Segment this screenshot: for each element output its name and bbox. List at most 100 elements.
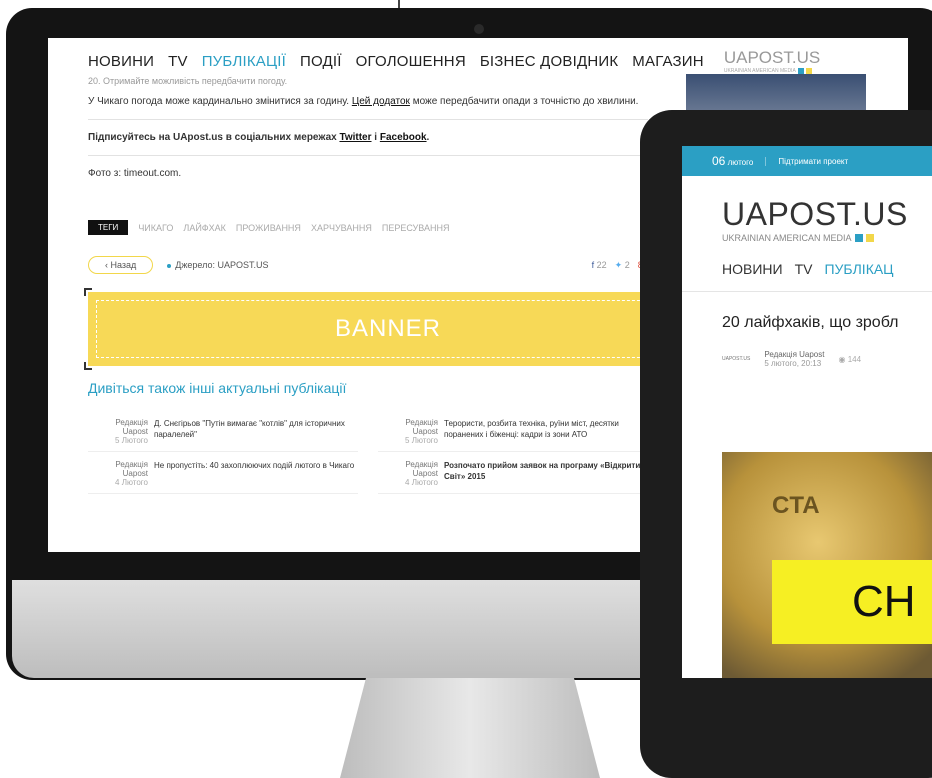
related-author: Редакція Uapost 5 Лютого	[378, 418, 438, 445]
tablet-author: Редакція Uapost	[764, 350, 825, 359]
related-item[interactable]: Редакція Uapost 4 Лютого Не пропустіть: 4…	[88, 452, 358, 494]
tag-food[interactable]: ХАРЧУВАННЯ	[311, 223, 372, 233]
coin-text: CTA	[772, 492, 820, 519]
facebook-share-button[interactable]: f 22	[592, 260, 607, 271]
author-avatar: UAPOST.US	[722, 356, 751, 362]
tag-chicago[interactable]: ЧИКАГО	[138, 223, 173, 233]
related-title: Розпочато прийом заявок на програму «Від…	[444, 461, 646, 481]
source-label: Джерело: UAPOST.US	[167, 260, 269, 270]
main-nav: НОВИНИ TV ПУБЛІКАЦІЇ ПОДІЇ ОГОЛОШЕННЯ БІ…	[88, 48, 820, 74]
related-date: 5 Лютого	[115, 436, 148, 445]
tags-label: ТЕГИ	[88, 220, 129, 235]
tag-lifehack[interactable]: ЛАЙФХАК	[183, 223, 225, 233]
tablet-author-block: Редакція Uapost 5 лютого, 20:13	[764, 350, 824, 368]
support-link[interactable]: Підтримати проект	[765, 156, 848, 166]
tablet-top-bar: 06 лютого Підтримати проект	[682, 146, 932, 176]
tag-transport[interactable]: ПЕРЕСУВАННЯ	[382, 223, 450, 233]
photo-credit: Фото з: timeout.com.	[88, 168, 182, 179]
nav-item-publications[interactable]: ПУБЛІКАЦІЇ	[202, 53, 286, 70]
subscribe-line: Підписуйтесь на UApost.us в соціальних м…	[88, 132, 430, 143]
facebook-count: 22	[596, 259, 607, 270]
back-label: Назад	[110, 260, 137, 270]
tablet-nav: НОВИНИ TV ПУБЛІКАЦ	[682, 243, 932, 277]
banner-corner-marker	[84, 362, 92, 370]
author-name: Редакція Uapost	[115, 460, 148, 478]
site-logo[interactable]: UAPOST.US UKRAINIAN AMERICAN MEDIA	[724, 48, 820, 74]
related-item[interactable]: Редакція Uapost 5 Лютого Д. Снєгірьов "Пу…	[88, 410, 358, 452]
back-button[interactable]: ‹ Назад	[88, 256, 154, 274]
related-date: 5 Лютого	[405, 436, 438, 445]
twitter-link[interactable]: Twitter	[339, 132, 371, 143]
date-month: лютого	[727, 158, 754, 167]
author-name: Редакція Uapost	[405, 418, 438, 436]
paragraph-text-a: У Чикаго погода може кардинально змінити…	[88, 96, 350, 107]
subscribe-text: Підписуйтесь на UApost.us в соціальних м…	[88, 132, 337, 143]
twitter-icon: ✦	[614, 259, 623, 270]
logo-yellow-square	[865, 234, 874, 242]
article-image[interactable]: CTA CH	[722, 452, 932, 678]
tablet-logo[interactable]: UAPOST.US UKRAINIAN AMERICAN MEDIA	[682, 176, 932, 243]
tablet-article-meta: UAPOST.US Редакція Uapost 5 лютого, 20:13…	[682, 332, 932, 368]
divider	[88, 155, 648, 156]
and-text: і	[374, 132, 378, 143]
app-link[interactable]: Цей додаток	[352, 96, 410, 107]
article-paragraph: У Чикаго погода може кардинально змінити…	[88, 94, 648, 109]
related-date: 4 Лютого	[115, 478, 148, 487]
date-day: 06	[712, 154, 726, 168]
band-text: CH	[852, 577, 916, 626]
related-item[interactable]: Редакція Uapost 5 Лютого Терористи, розби…	[378, 410, 648, 452]
logo-blue-square	[854, 234, 863, 242]
paragraph-text-b: може передбачити опади з точністю до хви…	[412, 96, 639, 107]
divider	[88, 119, 648, 120]
related-title: Не пропустіть: 40 захоплюючих подій люто…	[154, 461, 355, 470]
imac-stand	[340, 678, 600, 778]
related-item[interactable]: Редакція Uapost 4 Лютого Розпочато прийом…	[378, 452, 648, 494]
related-title: Д. Снєгірьов "Путін вимагає "котлів" для…	[154, 419, 345, 439]
date-display: 06 лютого	[712, 154, 753, 168]
nav-item-tv[interactable]: TV	[168, 53, 188, 70]
tablet-logo-subtitle: UKRAINIAN AMERICAN MEDIA	[722, 233, 932, 243]
related-heading: Дивіться також інші актуальні публікації	[88, 380, 347, 396]
logo-text: UAPOST.US	[723, 48, 821, 67]
author-name: Редакція Uapost	[115, 418, 148, 436]
tablet-headline[interactable]: 20 лайфхаків, що зробл	[682, 292, 932, 332]
tablet-logo-text: UAPOST.US	[722, 196, 908, 232]
nav-item-events[interactable]: ПОДІЇ	[300, 53, 342, 70]
tablet-nav-tv[interactable]: TV	[795, 261, 813, 277]
camera-icon	[474, 24, 484, 34]
bullet-icon	[167, 264, 172, 268]
related-author: Редакція Uapost 5 Лютого	[88, 418, 148, 445]
facebook-link[interactable]: Facebook	[380, 132, 427, 143]
facebook-icon: f	[591, 259, 595, 270]
twitter-count: 2	[624, 259, 630, 270]
nav-item-ads[interactable]: ОГОЛОШЕННЯ	[356, 53, 466, 70]
banner[interactable]: BANNER	[88, 292, 688, 366]
tag-living[interactable]: ПРОЖИВАННЯ	[236, 223, 301, 233]
related-author: Редакція Uapost 4 Лютого	[88, 460, 148, 487]
related-author: Редакція Uapost 4 Лютого	[378, 460, 438, 487]
author-name: Редакція Uapost	[405, 460, 438, 478]
tablet-nav-publications[interactable]: ПУБЛІКАЦ	[824, 261, 893, 277]
twitter-share-button[interactable]: ✦ 2	[615, 260, 630, 271]
tablet-logo-subtitle-text: UKRAINIAN AMERICAN MEDIA	[722, 233, 852, 243]
source-text: Джерело: UAPOST.US	[175, 260, 269, 270]
article-body: 20. Отримайте можливість передбачити пог…	[88, 76, 648, 181]
nav-item-business[interactable]: БІЗНЕС ДОВІДНИК	[480, 53, 618, 70]
tablet-date: 5 лютого, 20:13	[764, 359, 822, 368]
tags-row: ТЕГИ ЧИКАГО ЛАЙФХАК ПРОЖИВАННЯ ХАРЧУВАНН…	[88, 220, 449, 235]
banner-corner-marker	[84, 288, 92, 296]
back-source-row: ‹ Назад Джерело: UAPOST.US f 22 ✦ 2 8+	[88, 256, 648, 274]
yellow-band: CH	[772, 560, 932, 644]
tablet-nav-news[interactable]: НОВИНИ	[722, 261, 783, 277]
views-number: 144	[847, 354, 862, 364]
scene: НОВИНИ TV ПУБЛІКАЦІЇ ПОДІЇ ОГОЛОШЕННЯ БІ…	[0, 0, 932, 778]
eye-icon: ◉	[838, 354, 848, 364]
banner-border	[96, 300, 680, 358]
related-date: 4 Лютого	[405, 478, 438, 487]
views-count: ◉ 144	[838, 355, 861, 364]
nav-item-news[interactable]: НОВИНИ	[88, 53, 154, 70]
related-title: Терористи, розбита техніка, руїни міст, …	[444, 419, 619, 439]
article-cut-line: 20. Отримайте можливість передбачити пог…	[88, 76, 288, 86]
nav-item-shop[interactable]: МАГАЗИН	[632, 53, 704, 70]
related-list: Редакція Uapost 5 Лютого Д. Снєгірьов "Пу…	[88, 410, 648, 494]
